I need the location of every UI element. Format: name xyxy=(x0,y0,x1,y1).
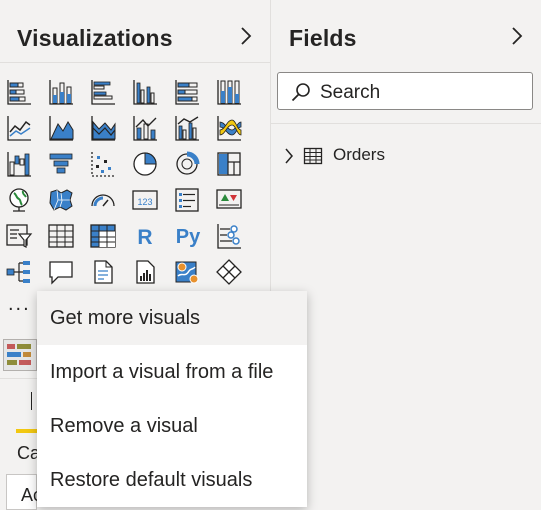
chevron-right-icon[interactable] xyxy=(507,25,527,47)
fields-pane: Fields Search Orders xyxy=(271,0,541,507)
r-label: R xyxy=(137,226,152,249)
menu-item-restore-default-visuals[interactable]: Restore default visuals xyxy=(37,453,307,507)
area-chart-icon[interactable] xyxy=(47,114,75,142)
smart-narrative-icon[interactable] xyxy=(89,258,117,286)
menu-item-import-visual-from-file[interactable]: Import a visual from a file xyxy=(37,345,307,399)
scatter-chart-icon[interactable] xyxy=(89,150,117,178)
more-visuals-ellipsis[interactable]: ... xyxy=(8,293,31,316)
menu-item-remove-visual[interactable]: Remove a visual xyxy=(37,399,307,453)
stacked-column-chart-icon[interactable] xyxy=(47,78,75,106)
menu-item-label: Get more visuals xyxy=(50,307,201,329)
menu-item-label: Remove a visual xyxy=(50,415,198,437)
waterfall-chart-icon[interactable] xyxy=(5,150,33,178)
divider xyxy=(271,123,541,124)
chevron-right-icon[interactable] xyxy=(283,147,295,165)
stacked-bar-chart-icon[interactable] xyxy=(5,78,33,106)
r-script-visual-icon[interactable]: R xyxy=(131,222,159,250)
menu-item-get-more-visuals[interactable]: Get more visuals xyxy=(37,291,307,345)
visuals-context-menu: Get more visuals Import a visual from a … xyxy=(37,291,307,507)
funnel-chart-icon[interactable] xyxy=(47,150,75,178)
card-icon[interactable]: 123 xyxy=(131,186,159,214)
py-label: Py xyxy=(176,226,201,248)
decomposition-tree-icon[interactable] xyxy=(5,258,33,286)
line-chart-icon[interactable] xyxy=(5,114,33,142)
power-apps-icon[interactable] xyxy=(215,258,243,286)
divider xyxy=(0,378,37,379)
fields-title: Fields xyxy=(289,25,357,51)
table-icon[interactable] xyxy=(47,222,75,250)
search-input[interactable]: Search xyxy=(277,72,533,110)
arcgis-map-icon[interactable] xyxy=(173,258,201,286)
python-visual-icon[interactable]: Py xyxy=(173,222,205,250)
100-stacked-column-chart-icon[interactable] xyxy=(215,78,243,106)
pie-chart-icon[interactable] xyxy=(131,150,159,178)
search-placeholder: Search xyxy=(320,82,381,103)
matrix-icon[interactable] xyxy=(89,222,117,250)
line-and-stacked-column-chart-icon[interactable] xyxy=(131,114,159,142)
map-icon[interactable] xyxy=(5,186,33,214)
card-value-text: 123 xyxy=(137,197,152,207)
donut-chart-icon[interactable] xyxy=(173,150,201,178)
slicer-icon[interactable] xyxy=(5,222,33,250)
chevron-right-icon[interactable] xyxy=(236,25,256,47)
ribbon-chart-icon[interactable] xyxy=(215,114,243,142)
filled-map-icon[interactable] xyxy=(47,186,75,214)
menu-item-label: Restore default visuals xyxy=(50,469,253,491)
custom-visual-icon[interactable] xyxy=(3,339,37,371)
gauge-icon[interactable] xyxy=(89,186,117,214)
line-and-clustered-column-chart-icon[interactable] xyxy=(173,114,201,142)
clustered-bar-chart-icon[interactable] xyxy=(89,78,117,106)
table-icon xyxy=(303,147,323,165)
selected-tab-indicator xyxy=(16,429,37,433)
search-icon xyxy=(291,83,310,102)
treemap-icon[interactable] xyxy=(215,150,243,178)
visualizations-title: Visualizations xyxy=(17,25,173,51)
stacked-area-chart-icon[interactable] xyxy=(89,114,117,142)
kpi-icon[interactable] xyxy=(215,186,243,214)
table-name: Orders xyxy=(333,145,385,164)
q-and-a-icon[interactable] xyxy=(47,258,75,286)
clustered-column-chart-icon[interactable] xyxy=(131,78,159,106)
menu-item-label: Import a visual from a file xyxy=(50,361,274,383)
add-data-fields-box[interactable]: Ac xyxy=(6,474,42,510)
multi-row-card-icon[interactable] xyxy=(173,186,201,214)
100-stacked-bar-chart-icon[interactable] xyxy=(173,78,201,106)
key-influencers-icon[interactable] xyxy=(215,222,243,250)
paginated-report-icon[interactable] xyxy=(131,258,159,286)
divider xyxy=(0,62,270,63)
